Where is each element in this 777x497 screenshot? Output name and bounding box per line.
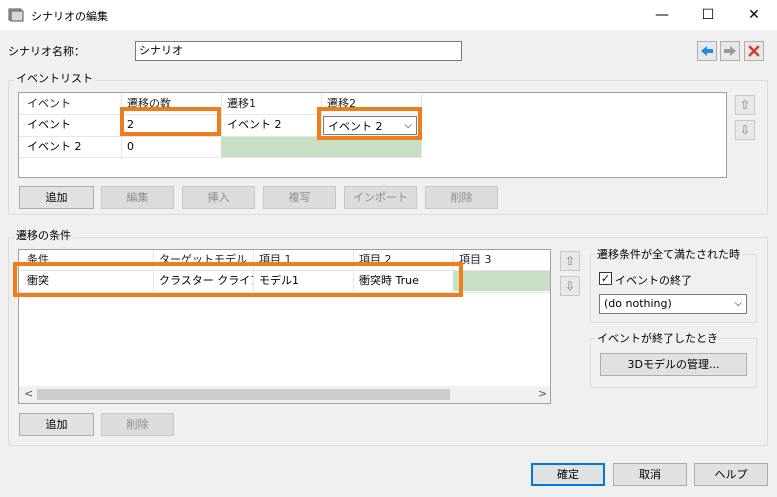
maximize-button[interactable]: ☐ xyxy=(685,0,731,31)
event-move-down-button[interactable]: ⇩ xyxy=(735,120,755,140)
chevron-down-icon: ⌵ xyxy=(734,298,742,309)
scroll-left-icon[interactable]: < xyxy=(24,387,33,400)
all-satisfied-label: 遷移条件が全て満たされた時 xyxy=(595,246,742,262)
highlight-transition-count xyxy=(120,107,221,136)
event-import-button[interactable]: インポート xyxy=(344,186,417,209)
end-event-checkbox[interactable]: ✓ xyxy=(599,272,612,285)
help-button[interactable]: ヘルプ xyxy=(694,463,768,486)
scrollbar-thumb[interactable] xyxy=(37,389,450,400)
all-satisfied-action-select[interactable]: (do nothing) ⌵ xyxy=(599,294,747,314)
all-satisfied-action-value: (do nothing) xyxy=(604,297,672,310)
cancel-button[interactable]: 取消 xyxy=(613,463,687,486)
conditions-label: 遷移の条件 xyxy=(14,227,73,243)
ok-button[interactable]: 確定 xyxy=(531,463,605,486)
arrow-right-icon xyxy=(724,46,736,56)
event-edit-button[interactable]: 編集 xyxy=(101,186,174,209)
delete-scenario-button[interactable] xyxy=(744,41,764,61)
minimize-button[interactable]: — xyxy=(639,0,685,31)
header-transition-1[interactable]: 遷移1 xyxy=(221,94,321,114)
event-list-label: イベントリスト xyxy=(14,70,95,86)
event-copy-button[interactable]: 複写 xyxy=(263,186,336,209)
event-insert-button[interactable]: 挿入 xyxy=(182,186,255,209)
event-row-2-name[interactable]: イベント 2 xyxy=(21,137,121,157)
event-row-1-transition-1[interactable]: イベント 2 xyxy=(221,115,321,135)
condition-move-up-button[interactable]: ⇧ xyxy=(560,251,580,271)
event-end-label: イベントが終了したとき xyxy=(595,330,720,346)
event-add-button[interactable]: 追加 xyxy=(19,186,94,209)
scroll-right-icon[interactable]: > xyxy=(538,387,547,400)
app-icon xyxy=(8,8,24,22)
forward-button[interactable] xyxy=(720,41,740,61)
close-x-icon xyxy=(748,45,760,57)
arrow-left-icon xyxy=(701,46,713,56)
arrow-down-icon: ⇩ xyxy=(564,279,576,293)
scenario-name-input[interactable]: シナリオ xyxy=(135,41,462,61)
event-row-1-name[interactable]: イベント xyxy=(21,115,121,135)
highlight-transition-2 xyxy=(317,107,422,140)
condition-row-1-item-3[interactable] xyxy=(453,271,550,291)
event-row-2-transition-2[interactable] xyxy=(321,137,421,157)
arrow-up-icon: ⇧ xyxy=(739,98,751,112)
back-button[interactable] xyxy=(697,41,717,61)
horizontal-scrollbar[interactable]: < > xyxy=(19,386,550,403)
manage-3d-models-button[interactable]: 3Dモデルの管理... xyxy=(600,353,747,376)
event-row-2-transition-1[interactable] xyxy=(221,137,321,157)
condition-add-button[interactable]: 追加 xyxy=(19,413,94,436)
condition-move-down-button[interactable]: ⇩ xyxy=(560,276,580,296)
header-event[interactable]: イベント xyxy=(21,94,121,114)
header-item-3[interactable]: 項目 3 xyxy=(453,250,550,270)
close-button[interactable]: ✕ xyxy=(731,0,777,31)
window-title: シナリオの編集 xyxy=(31,10,108,23)
title-bar: シナリオの編集 — ☐ ✕ xyxy=(0,0,777,31)
arrow-up-icon: ⇧ xyxy=(564,254,576,268)
arrow-down-icon: ⇩ xyxy=(739,123,751,137)
scenario-name-label: シナリオ名称： xyxy=(8,45,85,58)
event-list-grid[interactable]: イベント 遷移の数 遷移1 遷移2 イベント 2 イベント 2 イベント 2 ⌵… xyxy=(18,92,727,178)
event-row-2-count[interactable]: 0 xyxy=(121,137,221,157)
event-move-up-button[interactable]: ⇧ xyxy=(735,95,755,115)
highlight-condition-row xyxy=(13,262,463,297)
event-delete-button[interactable]: 削除 xyxy=(425,186,498,209)
conditions-grid[interactable]: 条件 ターゲットモデル 項目 1 項目 2 項目 3 衝突 クラスター クライア… xyxy=(13,249,551,404)
condition-delete-button[interactable]: 削除 xyxy=(101,413,174,436)
end-event-checkbox-label: イベントの終了 xyxy=(615,274,692,287)
